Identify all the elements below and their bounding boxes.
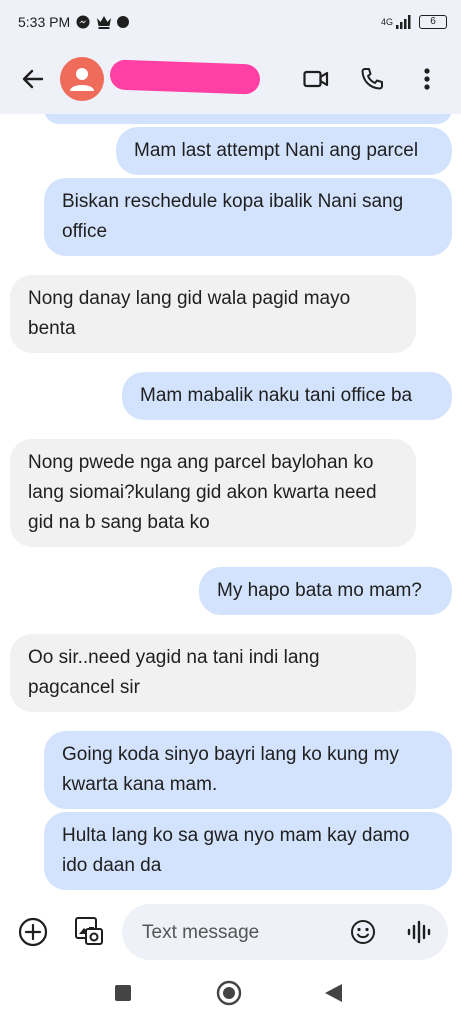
message-text-line: gid na b sang bata ko [28,512,210,533]
recents-button[interactable] [110,980,136,1006]
message-input[interactable] [140,918,334,948]
back-button[interactable] [18,64,48,94]
back-icon [325,984,342,1002]
message-bubble-outgoing[interactable]: Mam mabalik naku tani office ba [122,372,452,420]
message-bubble-outgoing[interactable]: Mam last attempt Nani ang parcel [116,127,452,175]
gallery-icon [75,917,103,945]
avatar[interactable] [60,57,104,101]
nav-back-button[interactable] [320,980,346,1006]
message-text: My hapo bata mo mam? [217,580,422,601]
emoji-icon [351,920,375,944]
message-bubble-incoming[interactable]: Oo sir..need yagid na tani indi lang pag… [10,634,416,712]
message-text-line: ido daan da [62,855,162,876]
message-text-line: Nong danay lang gid wala pagid mayo [28,288,351,309]
add-icon [18,917,48,947]
message-bubble-outgoing[interactable]: Going koda sinyo bayri lang ko kung my k… [44,731,452,809]
home-button[interactable] [216,980,242,1006]
message-text-line: Nong pwede nga ang parcel baylohan ko [28,452,374,473]
signal-icon [395,15,413,29]
dot-icon [116,15,130,29]
voice-message-button[interactable] [402,915,436,949]
gallery-button[interactable] [72,914,106,948]
messenger-icon [76,15,90,29]
phone-icon [361,68,383,90]
message-text-line: Going koda sinyo bayri lang ko kung my [62,744,399,765]
more-options-button[interactable] [412,64,442,94]
conversation-header: 2076 [0,44,461,114]
message-bubble-outgoing[interactable]: My hapo bata mo mam? [199,567,452,615]
message-text-line: kwarta kana mam. [62,774,218,795]
message-text-line: office [62,221,108,242]
text-message-field[interactable] [122,904,448,960]
back-arrow-icon [22,69,44,89]
home-icon [216,980,242,1006]
message-text-line: Oo sir..need yagid na tani indi lang [28,647,320,668]
message-text: Mam mabalik naku tani office ba [140,385,413,406]
more-vert-icon [424,68,430,90]
redaction-mark [109,59,261,95]
message-composer [0,900,461,960]
system-nav-bar [0,960,461,1024]
message-text-line: benta [28,318,76,339]
network-label: 4G [380,17,393,27]
message-bubble-incoming[interactable]: Nong pwede nga ang parcel baylohan ko la… [10,439,416,547]
message-text-line: Hulta lang ko sa gwa nyo mam kay damo [62,825,410,846]
message-text: Mam last attempt Nani ang parcel [134,140,419,161]
message-bubble-outgoing[interactable]: Hulta lang ko sa gwa nyo mam kay damo id… [44,812,452,890]
emoji-button[interactable] [346,915,380,949]
battery-level: 6 [430,16,436,27]
message-text-line: pagcancel sir [28,677,140,698]
message-text-line: lang siomai?kulang gid akon kwarta need [28,482,377,503]
message-bubble-outgoing[interactable] [44,114,452,124]
recents-icon [115,985,131,1001]
add-attachment-button[interactable] [16,915,50,949]
message-text-line: Biskan reschedule kopa ibalik Nani sang [62,191,404,212]
voice-icon [407,920,431,944]
video-call-icon [303,70,329,88]
status-bar: 5:33 PM 4G 6 [0,0,461,44]
battery-icon: 6 [419,15,447,29]
video-call-button[interactable] [301,64,331,94]
message-list[interactable]: Mam last attempt Nani ang parcel Biskan … [0,114,461,900]
status-time: 5:33 PM [18,14,71,30]
phone-call-button[interactable] [357,64,387,94]
crown-icon [96,15,112,29]
message-bubble-outgoing[interactable]: Biskan reschedule kopa ibalik Nani sang … [44,178,452,256]
status-left: 5:33 PM [18,14,130,30]
message-bubble-incoming[interactable]: Nong danay lang gid wala pagid mayo bent… [10,275,416,353]
avatar-person-icon [70,68,94,91]
status-right: 4G 6 [381,15,447,29]
